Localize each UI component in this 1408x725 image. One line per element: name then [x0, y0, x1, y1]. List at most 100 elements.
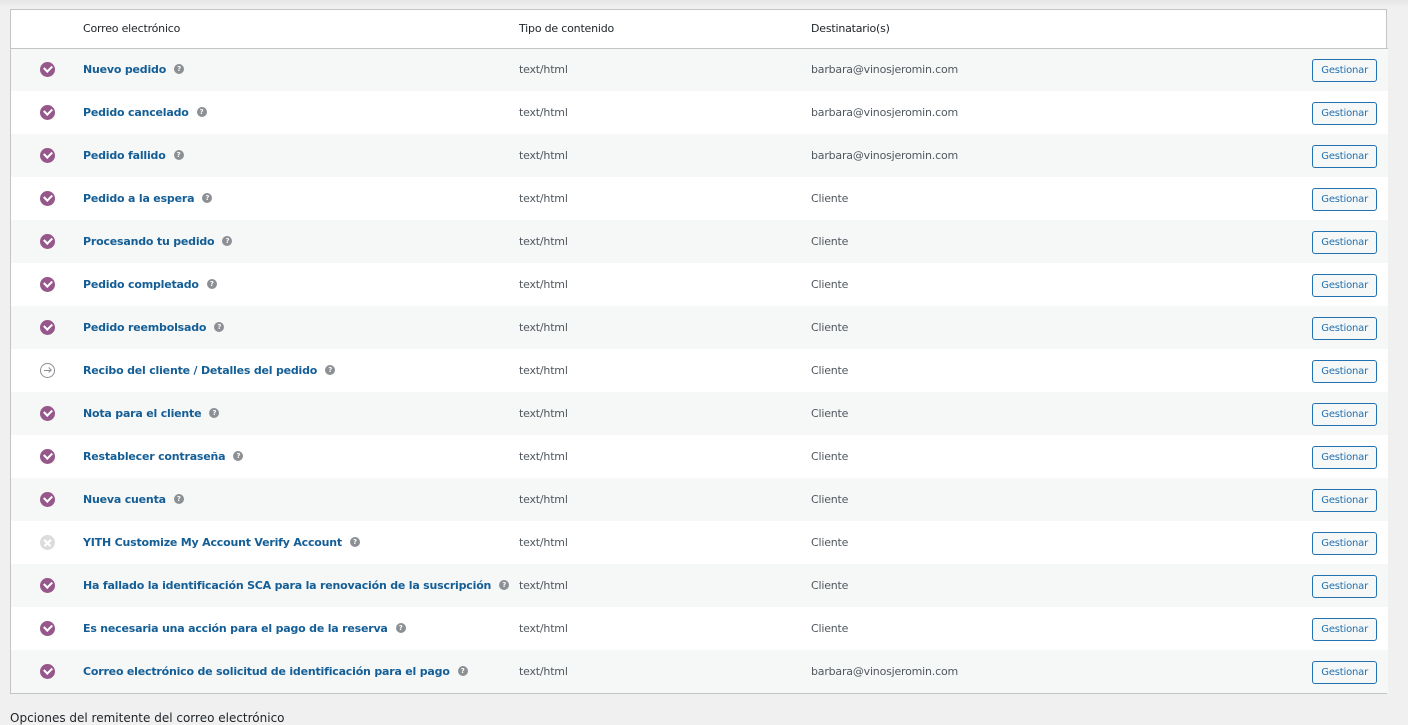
check-circle-icon: [39, 62, 55, 78]
help-icon[interactable]: ?: [222, 236, 233, 246]
manage-button[interactable]: Gestionar: [1312, 661, 1377, 684]
recipient-cell: Cliente: [811, 235, 849, 248]
email-name-link[interactable]: Pedido a la espera: [83, 192, 194, 205]
manage-button[interactable]: Gestionar: [1312, 145, 1377, 168]
help-icon[interactable]: ?: [202, 193, 213, 203]
manage-button[interactable]: Gestionar: [1312, 231, 1377, 254]
manage-button[interactable]: Gestionar: [1312, 532, 1377, 555]
help-icon[interactable]: ?: [233, 451, 244, 461]
help-icon[interactable]: ?: [457, 666, 468, 676]
status-cell: [11, 435, 83, 478]
help-icon[interactable]: ?: [206, 279, 217, 289]
action-cell: Gestionar: [1251, 134, 1388, 177]
manage-button[interactable]: Gestionar: [1312, 317, 1377, 340]
email-name-link[interactable]: Nota para el cliente: [83, 407, 202, 420]
email-name-link[interactable]: Ha fallado la identificación SCA para la…: [83, 579, 491, 592]
help-icon[interactable]: ?: [499, 580, 510, 590]
manage-button[interactable]: Gestionar: [1312, 575, 1377, 598]
status-cell: [11, 263, 83, 306]
manage-button[interactable]: Gestionar: [1312, 446, 1377, 469]
table-body: Nuevo pedido? text/html barbara@vinosjerom…: [11, 48, 1388, 693]
header-recipients: Destinatario(s): [811, 10, 1251, 49]
email-name-link[interactable]: Pedido reembolsado: [83, 321, 206, 334]
email-name-link[interactable]: Nueva cuenta: [83, 493, 166, 506]
x-circle-icon: [39, 535, 55, 550]
table-row: YITH Customize My Account Verify Account…: [11, 521, 1388, 564]
manage-button[interactable]: Gestionar: [1312, 102, 1377, 125]
help-icon[interactable]: ?: [349, 537, 360, 547]
email-name-cell: Nota para el cliente?: [83, 392, 519, 435]
help-icon[interactable]: ?: [173, 494, 184, 504]
check-circle-icon: [39, 234, 55, 249]
top-shadow: [0, 0, 1408, 8]
email-name-cell: Correo electrónico de solicitud de ident…: [83, 650, 519, 693]
content-type-cell: text/html: [519, 450, 568, 463]
manage-button[interactable]: Gestionar: [1312, 618, 1377, 641]
recipient-cell: Cliente: [811, 450, 849, 463]
email-name-cell: Recibo del cliente / Detalles del pedido…: [83, 349, 519, 392]
email-name-link[interactable]: Pedido fallido: [83, 149, 166, 162]
recipient-cell: Cliente: [811, 493, 849, 506]
manage-button[interactable]: Gestionar: [1312, 403, 1377, 426]
status-cell: [11, 134, 83, 177]
email-name-link[interactable]: Restablecer contraseña: [83, 450, 226, 463]
email-name-link[interactable]: Nuevo pedido: [83, 63, 166, 76]
status-cell: [11, 607, 83, 650]
content-type-cell: text/html: [519, 278, 568, 291]
help-icon[interactable]: ?: [395, 623, 406, 633]
manage-button[interactable]: Gestionar: [1312, 360, 1377, 383]
status-cell: [11, 392, 83, 435]
email-name-link[interactable]: Procesando tu pedido: [83, 235, 215, 248]
help-icon[interactable]: ?: [325, 365, 336, 375]
email-name-link[interactable]: YITH Customize My Account Verify Account: [83, 536, 342, 549]
action-cell: Gestionar: [1251, 263, 1388, 306]
help-icon[interactable]: ?: [209, 408, 220, 418]
recipient-cell: Cliente: [811, 364, 849, 377]
content-type-cell: text/html: [519, 364, 568, 377]
email-name-link[interactable]: Pedido completado: [83, 278, 199, 291]
content-type-cell: text/html: [519, 407, 568, 420]
email-name-cell: Pedido cancelado?: [83, 91, 519, 134]
help-icon[interactable]: ?: [196, 107, 207, 117]
email-name-link[interactable]: Recibo del cliente / Detalles del pedido: [83, 364, 317, 377]
email-name-link[interactable]: Pedido cancelado: [83, 106, 189, 119]
header-status: [11, 10, 83, 49]
recipient-cell: Cliente: [811, 407, 849, 420]
table-row: Correo electrónico de solicitud de ident…: [11, 650, 1388, 693]
status-cell: [11, 177, 83, 220]
recipient-cell: Cliente: [811, 579, 849, 592]
email-name-cell: Procesando tu pedido?: [83, 220, 519, 263]
table-row: Restablecer contraseña? text/html Cliente G…: [11, 435, 1388, 478]
status-cell: [11, 220, 83, 263]
content-type-cell: text/html: [519, 235, 568, 248]
content-type-cell: text/html: [519, 536, 568, 549]
email-name-cell: Pedido fallido?: [83, 134, 519, 177]
table-row: Nuevo pedido? text/html barbara@vinosjerom…: [11, 48, 1388, 91]
table-row: Procesando tu pedido? text/html Cliente Ges…: [11, 220, 1388, 263]
table-row: Recibo del cliente / Detalles del pedido…: [11, 349, 1388, 392]
header-content-type: Tipo de contenido: [519, 10, 811, 49]
help-icon[interactable]: ?: [173, 150, 184, 160]
sender-options-heading: Opciones del remitente del correo electr…: [10, 711, 285, 725]
help-icon[interactable]: ?: [174, 64, 185, 75]
manage-button[interactable]: Gestionar: [1312, 274, 1377, 297]
table-row: Nota para el cliente? text/html Cliente Ges…: [11, 392, 1388, 435]
table-row: Pedido fallido? text/html barbara@vinosjer…: [11, 134, 1388, 177]
manage-button[interactable]: Gestionar: [1312, 489, 1377, 512]
table-row: Pedido cancelado? text/html barbara@vinosj…: [11, 91, 1388, 134]
recipient-cell: barbara@vinosjeromin.com: [811, 63, 958, 77]
emails-table-panel: Correo electrónico Tipo de contenido Des…: [10, 9, 1388, 694]
action-cell: Gestionar: [1251, 349, 1388, 392]
table-row: Es necesaria una acción para el pago de …: [11, 607, 1388, 650]
recipient-cell: Cliente: [811, 622, 849, 635]
manage-button[interactable]: Gestionar: [1312, 59, 1377, 83]
recipient-cell: Cliente: [811, 278, 849, 291]
email-name-link[interactable]: Es necesaria una acción para el pago de …: [83, 622, 388, 635]
help-icon[interactable]: ?: [214, 322, 225, 332]
action-cell: Gestionar: [1251, 650, 1388, 693]
email-name-link[interactable]: Correo electrónico de solicitud de ident…: [83, 665, 450, 678]
content-type-cell: text/html: [519, 149, 568, 162]
manage-button[interactable]: Gestionar: [1312, 188, 1377, 211]
check-circle-icon: [39, 277, 55, 292]
check-circle-icon: [39, 320, 55, 335]
